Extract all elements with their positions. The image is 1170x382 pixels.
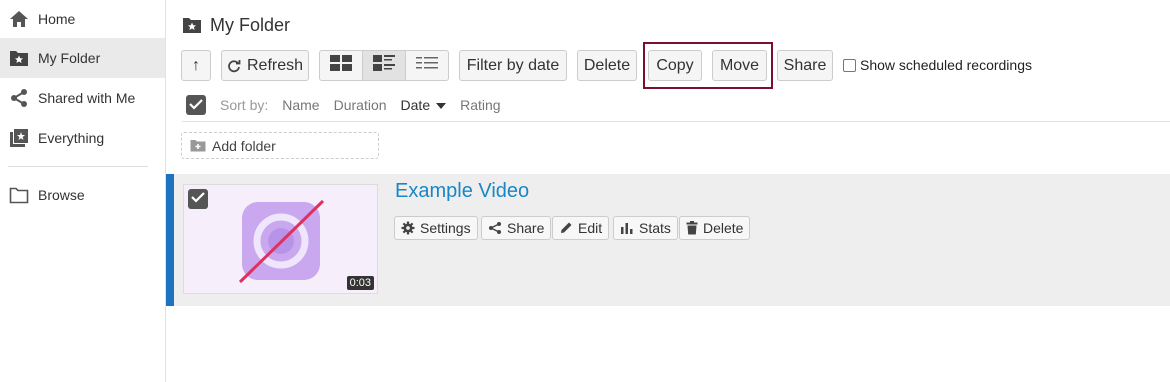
selected-accent-bar [166, 174, 174, 306]
bar-chart-icon [620, 221, 634, 235]
delete-button[interactable]: Delete [577, 50, 637, 81]
sidebar-item-home[interactable]: Home [0, 0, 165, 39]
video-settings-button[interactable]: Settings [394, 216, 478, 240]
trash-icon [686, 221, 698, 235]
up-button[interactable]: ↑ [181, 50, 211, 81]
arrow-up-icon: ↑ [192, 56, 200, 74]
add-folder-button[interactable]: Add folder [181, 132, 379, 159]
home-icon [8, 8, 30, 30]
video-thumbnail[interactable]: 0:03 [183, 184, 378, 294]
stats-label: Stats [639, 220, 671, 236]
video-title-link[interactable]: Example Video [395, 180, 529, 203]
refresh-icon [227, 59, 241, 73]
sort-by-label: Sort by: [220, 97, 269, 113]
video-delete-button[interactable]: Delete [679, 216, 751, 240]
folder-star-icon [8, 47, 30, 69]
delete-label: Delete [703, 220, 744, 236]
detail-view-button[interactable] [363, 51, 406, 80]
sidebar-item-shared-with-me[interactable]: Shared with Me [0, 78, 165, 118]
video-duration: 0:03 [346, 276, 374, 290]
list-view-icon [416, 56, 438, 75]
refresh-button[interactable]: Refresh [221, 50, 309, 81]
video-edit-button[interactable]: Edit [552, 216, 610, 240]
list-view-button[interactable] [406, 51, 448, 80]
video-share-button[interactable]: Share [481, 216, 552, 240]
sidebar-item-label: My Folder [38, 50, 101, 66]
sidebar-divider [8, 166, 148, 167]
sidebar-item-label: Shared with Me [38, 90, 136, 106]
page-title: My Folder [182, 12, 290, 38]
folder-icon [8, 184, 30, 206]
sort-option-duration[interactable]: Duration [334, 97, 387, 113]
share-icon [488, 221, 502, 235]
video-list-item: 0:03 Example Video Settings Share Edit S… [166, 174, 1170, 306]
sidebar-item-browse[interactable]: Browse [0, 175, 165, 215]
gear-icon [401, 221, 415, 235]
filter-by-date-button[interactable]: Filter by date [459, 50, 567, 81]
sidebar-item-label: Browse [38, 187, 85, 203]
select-all-checkbox[interactable] [186, 95, 206, 115]
grid-view-icon [330, 55, 352, 76]
share-icon [8, 87, 30, 109]
detail-view-icon [373, 55, 395, 76]
video-select-checkbox[interactable] [188, 189, 208, 209]
page-title-text: My Folder [210, 14, 291, 35]
refresh-label: Refresh [246, 56, 304, 74]
sort-option-rating[interactable]: Rating [460, 97, 500, 113]
show-scheduled-label: Show scheduled recordings [860, 57, 1032, 73]
folder-star-icon [182, 16, 202, 34]
sidebar-item-everything[interactable]: Everything [0, 118, 165, 158]
video-library-icon [8, 127, 30, 149]
sort-option-name[interactable]: Name [282, 97, 319, 113]
sidebar-item-label: Home [38, 11, 76, 27]
pencil-icon [559, 221, 573, 235]
add-folder-label: Add folder [212, 137, 276, 154]
sort-option-date-label: Date [400, 97, 431, 113]
grid-view-button[interactable] [320, 51, 363, 80]
move-button[interactable]: Move [712, 50, 767, 81]
checkmark-icon [191, 190, 205, 208]
checkmark-icon [189, 97, 203, 113]
sidebar: Home My Folder Shared with Me Everything… [0, 0, 166, 382]
checkbox-box[interactable] [843, 58, 856, 72]
show-scheduled-recordings-checkbox[interactable]: Show scheduled recordings [843, 57, 1032, 73]
share-button[interactable]: Share [777, 50, 833, 81]
sort-option-date[interactable]: Date [401, 97, 447, 113]
divider [182, 121, 1170, 122]
add-folder-icon [190, 139, 206, 152]
sidebar-item-label: Everything [38, 130, 105, 146]
edit-label: Edit [578, 220, 603, 236]
sort-bar: Sort by: Name Duration Date Rating [186, 94, 501, 116]
view-mode-group [319, 50, 449, 81]
share-label: Share [507, 220, 545, 236]
video-stats-button[interactable]: Stats [613, 216, 678, 240]
sidebar-item-my-folder[interactable]: My Folder [0, 38, 165, 78]
copy-button[interactable]: Copy [648, 50, 702, 81]
caret-down-icon [436, 103, 447, 110]
settings-label: Settings [420, 220, 471, 236]
